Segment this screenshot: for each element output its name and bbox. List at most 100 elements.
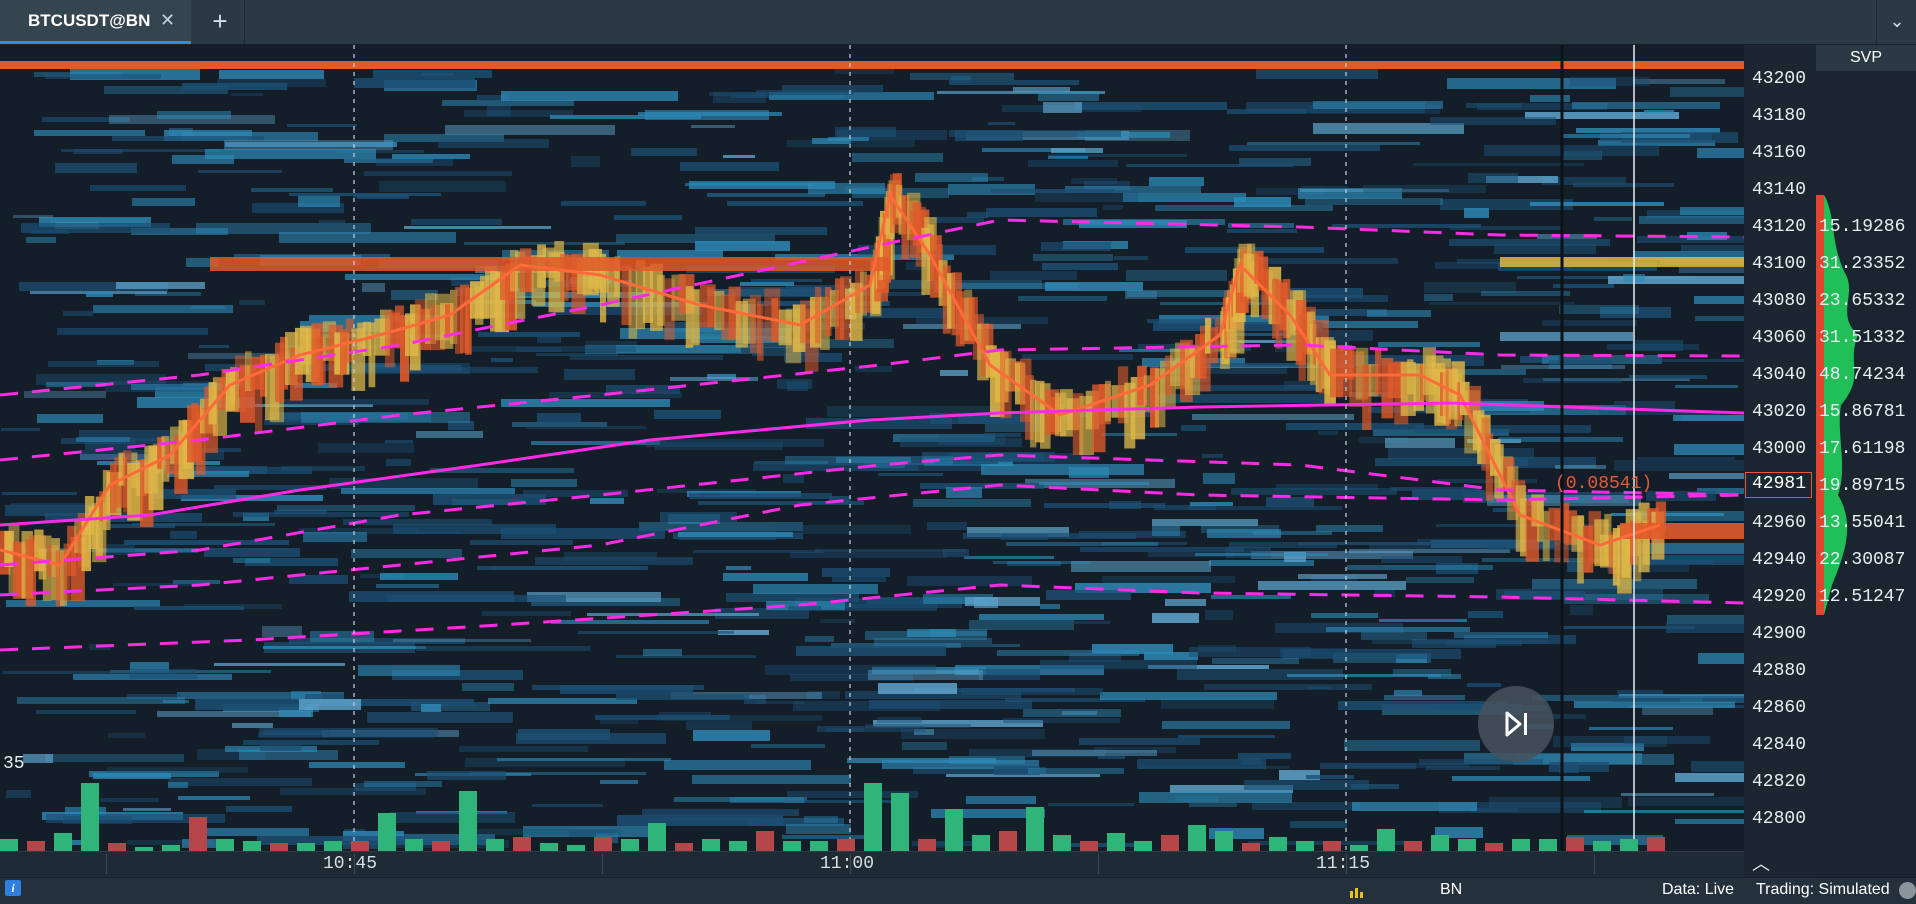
liquidity-band (1040, 604, 1060, 609)
volume-bar (891, 793, 909, 853)
volume-bar (999, 831, 1017, 853)
liquidity-band (21, 223, 170, 233)
liquidity-band (411, 219, 502, 225)
liquidity-band (364, 171, 512, 176)
liquidity-band (367, 712, 513, 723)
liquidity-band (364, 781, 442, 787)
price-tick-label: 43160 (1752, 143, 1807, 163)
volume-bar (945, 809, 963, 853)
liquidity-band (1046, 590, 1131, 600)
liquidity-band (36, 710, 136, 714)
liquidity-band (1305, 198, 1443, 205)
liquidity-band (421, 704, 441, 712)
liquidity-band (1231, 488, 1397, 495)
liquidity-band (1378, 342, 1480, 347)
liquidity-band (243, 740, 379, 745)
tab-btcusdt[interactable]: BTCUSDT@BN ✕ (0, 0, 191, 44)
liquidity-band (1033, 254, 1113, 261)
liquidity-band (376, 584, 439, 588)
liquidity-band (726, 566, 751, 570)
close-icon[interactable]: ✕ (160, 10, 175, 31)
liquidity-band (123, 808, 171, 811)
liquidity-band (1001, 534, 1048, 540)
liquidity-band (642, 809, 799, 816)
liquidity-band (132, 198, 195, 206)
liquidity-band (631, 148, 697, 156)
jump-to-live-button[interactable] (1478, 686, 1554, 762)
liquidity-band (1212, 658, 1299, 664)
chevron-down-icon[interactable]: ⌄ (1876, 0, 1916, 44)
liquidity-band (654, 410, 721, 419)
liquidity-band (303, 532, 367, 542)
liquidity-band (100, 798, 159, 802)
liquidity-band (1484, 145, 1659, 156)
heatmap-chart[interactable] (0, 45, 1744, 877)
liquidity-band (1560, 626, 1695, 629)
svp-value: 31.23352 (1819, 254, 1906, 274)
liquidity-band (616, 694, 749, 700)
liquidity-band (259, 728, 438, 737)
liquidity-band (1152, 613, 1199, 623)
chevron-up-icon[interactable]: ︿ (1745, 852, 1777, 876)
liquidity-band (869, 700, 1032, 709)
liquidity-band (1382, 740, 1435, 748)
tab-label: BTCUSDT@BN (28, 11, 151, 30)
liquidity-band (226, 806, 292, 812)
price-tick-label: 42900 (1752, 624, 1807, 644)
liquidity-band (998, 621, 1110, 624)
liquidity-band (915, 173, 988, 182)
liquidity-band (967, 212, 988, 218)
liquidity-band (617, 250, 723, 257)
liquidity-band (751, 744, 825, 748)
liquidity-band (1675, 385, 1738, 388)
liquidity-band (1450, 226, 1564, 230)
liquidity-band (1570, 605, 1593, 615)
hot-zone (1407, 359, 1414, 395)
liquidity-band (124, 540, 289, 545)
liquidity-band (689, 493, 832, 499)
liquidity-band (564, 552, 657, 561)
liquidity-band (199, 345, 229, 348)
liquidity-band (993, 561, 1091, 564)
add-tab-button[interactable]: + (206, 6, 234, 38)
liquidity-band (614, 215, 682, 220)
liquidity-band (1379, 619, 1467, 622)
liquidity-band (427, 771, 506, 780)
liquidity-band (877, 717, 922, 723)
hot-zone (1577, 515, 1584, 584)
hot-zone (1537, 497, 1544, 542)
liquidity-band (1018, 296, 1107, 301)
liquidity-band (561, 201, 646, 206)
liquidity-band (1195, 553, 1328, 556)
liquidity-band (108, 733, 145, 738)
price-tick-label: 42840 (1752, 735, 1807, 755)
liquidity-band (966, 796, 1036, 804)
liquidity-band (168, 782, 188, 788)
liquidity-band (1244, 780, 1369, 790)
info-icon[interactable]: i (5, 880, 21, 896)
liquidity-band (1028, 160, 1118, 167)
liquidity-band (1464, 208, 1489, 218)
time-label: 10:45 (323, 854, 378, 874)
liquidity-band (280, 788, 426, 795)
liquidity-band (518, 729, 610, 740)
liquidity-band (1466, 103, 1522, 108)
liquidity-band (390, 812, 515, 823)
liquidity-band (1572, 102, 1720, 109)
svp-value: 19.89715 (1819, 476, 1906, 496)
liquidity-band (263, 646, 426, 649)
liquidity-band (459, 746, 588, 752)
liquidity-band (1673, 415, 1744, 421)
liquidity-band (1202, 454, 1223, 458)
price-tick-label: 42920 (1752, 587, 1807, 607)
liquidity-band (1644, 110, 1674, 113)
liquidity-band (907, 629, 956, 637)
liquidity-band (1006, 542, 1158, 546)
liquidity-band (1468, 611, 1503, 618)
liquidity-band (692, 775, 851, 784)
current-price: 42981 (1752, 474, 1807, 494)
liquidity-band (913, 499, 1031, 507)
hot-zone (368, 322, 376, 388)
price-tick-label: 43060 (1752, 328, 1807, 348)
svp-value: 22.30087 (1819, 550, 1906, 570)
